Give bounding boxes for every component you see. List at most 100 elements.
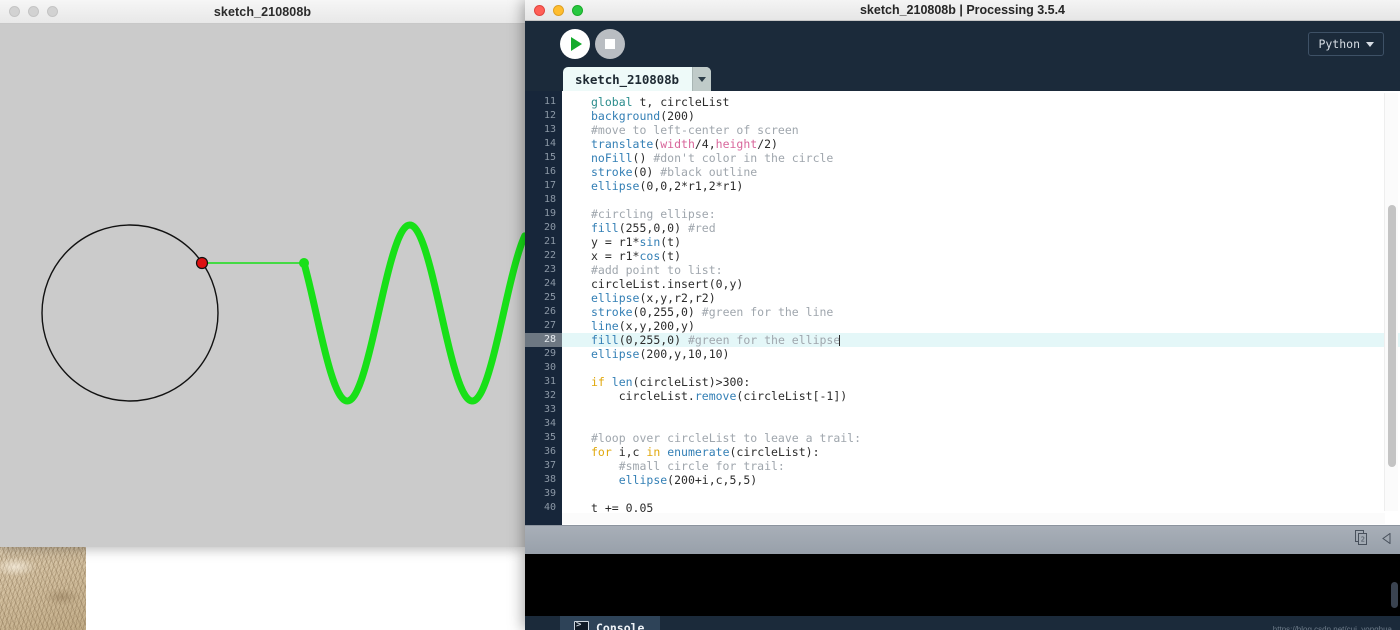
ide-status-bar: 2 bbox=[525, 525, 1400, 554]
line-number: 18 bbox=[543, 194, 556, 205]
code-line[interactable]: #move to left-center of screen bbox=[562, 123, 1400, 137]
code-line[interactable]: noFill() #don't color in the circle bbox=[562, 151, 1400, 165]
code-line[interactable]: ellipse(200+i,c,5,5) bbox=[562, 473, 1400, 487]
code-token: (200,y,10,10) bbox=[639, 347, 730, 361]
editor-vertical-scrollbar[interactable] bbox=[1384, 93, 1398, 511]
code-token: line bbox=[591, 319, 619, 333]
code-line[interactable]: translate(width/4,height/2) bbox=[562, 137, 1400, 151]
console-tab-bar: Console https://blog.csdn.net/cui_yonghu… bbox=[525, 616, 1400, 630]
code-token: for bbox=[591, 445, 619, 459]
mode-selector[interactable]: Python bbox=[1308, 32, 1384, 56]
console-scrollbar[interactable] bbox=[1389, 554, 1400, 616]
code-editor[interactable]: 11 12 13 14 15 16 17 18 19 20 21 22 23 24 25 26 27 28 29 30… bbox=[525, 91, 1400, 525]
code-token: /4, bbox=[694, 137, 716, 151]
tab-sketch_210808b[interactable]: sketch_210808b bbox=[563, 67, 711, 91]
editor-scroll-thumb[interactable] bbox=[1388, 205, 1396, 467]
line-number: 30 bbox=[543, 362, 556, 373]
code-line[interactable]: ellipse(x,y,r2,r2) bbox=[562, 291, 1400, 305]
code-line[interactable]: global t, circleList bbox=[562, 95, 1400, 109]
code-line[interactable] bbox=[562, 417, 1400, 431]
code-line[interactable]: ellipse(0,0,2*r1,2*r1) bbox=[562, 179, 1400, 193]
copy-icon[interactable]: 2 bbox=[1355, 530, 1368, 550]
tab-label: sketch_210808b bbox=[575, 71, 679, 87]
ide-maximize-icon[interactable] bbox=[572, 4, 583, 16]
code-token: #black outline bbox=[660, 165, 758, 179]
code-token: stroke bbox=[591, 165, 633, 179]
tab-console[interactable]: Console bbox=[560, 616, 661, 630]
code-line[interactable]: #add point to list: bbox=[562, 263, 1400, 277]
code-token: (x,y,200,y) bbox=[618, 319, 695, 333]
processing-ide-window[interactable]: sketch_210808b | Processing 3.5.4 Python… bbox=[525, 0, 1400, 630]
code-token: #red bbox=[687, 221, 716, 235]
run-button[interactable] bbox=[560, 29, 590, 59]
code-line[interactable]: x = r1*cos(t) bbox=[562, 249, 1400, 263]
code-text-area[interactable]: global t, circleList background(200) #move… bbox=[562, 91, 1400, 525]
code-line[interactable]: ellipse(200,y,10,10) bbox=[562, 347, 1400, 361]
code-token: (0,255,0) bbox=[632, 305, 702, 319]
code-line[interactable]: #circling ellipse: bbox=[562, 207, 1400, 221]
line-number: 23 bbox=[543, 264, 556, 275]
line-number: 36 bbox=[543, 446, 556, 457]
line-number: 21 bbox=[543, 236, 556, 247]
sketch-titlebar[interactable]: sketch_210808b bbox=[0, 0, 525, 24]
chevron-down-icon bbox=[697, 76, 706, 82]
code-token: remove bbox=[694, 389, 737, 403]
screen: sketch_210808b sketch_210808b | Processi… bbox=[0, 0, 1400, 630]
code-token: background bbox=[591, 109, 661, 123]
code-token: (x,y,r2,r2) bbox=[639, 291, 716, 305]
code-line[interactable]: for i,c in enumerate(circleList): bbox=[562, 445, 1400, 459]
code-line[interactable]: if len(circleList)>300: bbox=[562, 375, 1400, 389]
code-line[interactable] bbox=[562, 193, 1400, 207]
code-line[interactable]: circleList.remove(circleList[-1]) bbox=[562, 389, 1400, 403]
sketch-maximize-icon[interactable] bbox=[47, 6, 58, 17]
console-tab-label: Console bbox=[596, 620, 645, 630]
stop-button[interactable] bbox=[595, 29, 625, 59]
code-line[interactable]: #small circle for trail: bbox=[562, 459, 1400, 473]
code-token: #add point to list: bbox=[591, 263, 723, 277]
code-line[interactable]: line(x,y,200,y) bbox=[562, 319, 1400, 333]
line-number-gutter: 11 12 13 14 15 16 17 18 19 20 21 22 23 24 25 26 27 28 29 30… bbox=[525, 91, 562, 525]
ide-titlebar[interactable]: sketch_210808b | Processing 3.5.4 bbox=[525, 0, 1400, 21]
line-number: 14 bbox=[543, 138, 556, 149]
editor-horizontal-scrollbar[interactable] bbox=[562, 513, 1385, 524]
console-output[interactable] bbox=[525, 554, 1400, 616]
ide-window-controls[interactable] bbox=[534, 4, 583, 16]
code-line[interactable]: circleList.insert(0,y) bbox=[562, 277, 1400, 291]
ide-close-icon[interactable] bbox=[534, 4, 545, 16]
sketch-canvas[interactable] bbox=[0, 24, 525, 547]
code-line[interactable]: stroke(0,255,0) #green for the line bbox=[562, 305, 1400, 319]
code-line[interactable]: y = r1*sin(t) bbox=[562, 235, 1400, 249]
tab-menu-button[interactable] bbox=[691, 67, 711, 91]
line-number: 22 bbox=[543, 250, 556, 261]
wave-head-dot bbox=[299, 258, 309, 268]
code-line[interactable]: background(200) bbox=[562, 109, 1400, 123]
code-token: () bbox=[632, 151, 654, 165]
sketch-minimize-icon[interactable] bbox=[28, 6, 39, 17]
sketch-close-icon[interactable] bbox=[9, 6, 20, 17]
line-number: 25 bbox=[543, 292, 556, 303]
code-line[interactable] bbox=[562, 403, 1400, 417]
line-number: 39 bbox=[543, 488, 556, 499]
orbiting-red-dot bbox=[195, 256, 209, 270]
sketch-drawing bbox=[41, 221, 525, 405]
code-token: (0) bbox=[632, 165, 661, 179]
code-line[interactable] bbox=[562, 487, 1400, 501]
line-number: 16 bbox=[543, 166, 556, 177]
ide-minimize-icon[interactable] bbox=[553, 4, 564, 16]
code-token: (circleList)>300: bbox=[632, 375, 751, 389]
line-number: 15 bbox=[543, 152, 556, 163]
line-number: 26 bbox=[543, 306, 556, 317]
orbit-circle bbox=[41, 224, 219, 402]
code-token: (circleList): bbox=[729, 445, 820, 459]
code-line[interactable]: fill(255,0,0) #red bbox=[562, 221, 1400, 235]
sketch-display-window[interactable]: sketch_210808b bbox=[0, 0, 525, 547]
console-scroll-thumb[interactable] bbox=[1391, 582, 1398, 608]
collapse-arrow-icon[interactable] bbox=[1382, 531, 1392, 549]
code-line[interactable]: fill(0,255,0) #green for the ellipse bbox=[562, 333, 1400, 347]
sketch-window-controls[interactable] bbox=[9, 6, 58, 17]
line-number: 28 bbox=[525, 333, 562, 347]
line-number: 33 bbox=[543, 404, 556, 415]
code-line[interactable] bbox=[562, 361, 1400, 375]
code-line[interactable]: stroke(0) #black outline bbox=[562, 165, 1400, 179]
code-line[interactable]: #loop over circleList to leave a trail: bbox=[562, 431, 1400, 445]
